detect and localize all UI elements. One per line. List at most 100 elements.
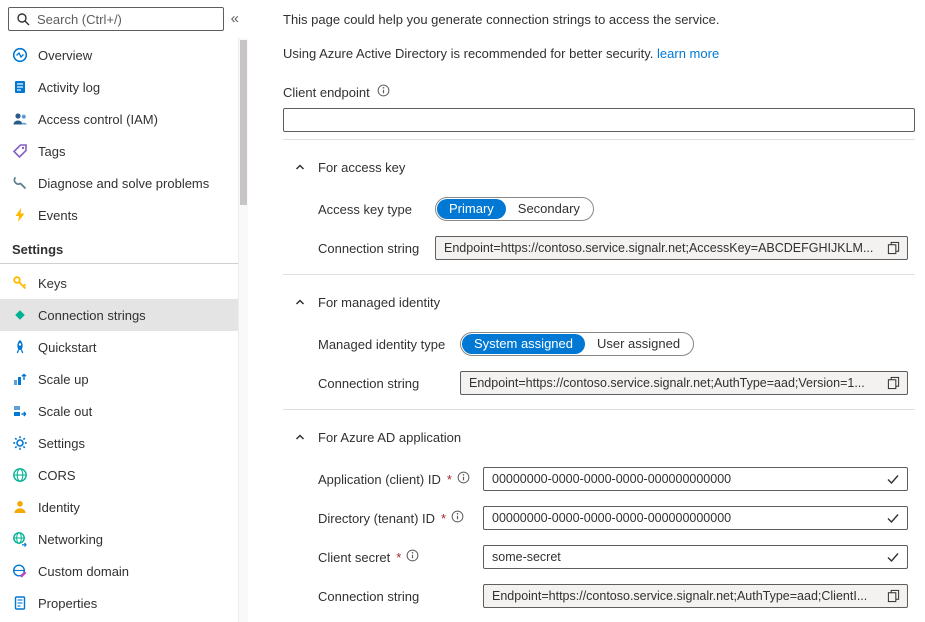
access-key-type-label: Access key type (318, 202, 435, 217)
required-marker: * (447, 472, 452, 487)
info-icon[interactable] (377, 84, 390, 100)
sidebar-item-scale-up[interactable]: Scale up (0, 363, 248, 395)
connection-string-value: Endpoint=https://contoso.service.signalr… (469, 376, 879, 390)
sidebar-item-overview[interactable]: Overview (0, 39, 248, 71)
sidebar-item-events[interactable]: Events (0, 199, 248, 231)
settings-section-header: Settings (0, 231, 248, 263)
sidebar-item-cors[interactable]: CORS (0, 459, 248, 491)
info-icon[interactable] (457, 471, 470, 487)
sidebar-item-networking[interactable]: Networking (0, 523, 248, 555)
chevron-up-icon[interactable] (293, 295, 307, 312)
sidebar-item-label: Events (38, 208, 78, 223)
application-id-input[interactable] (483, 467, 908, 491)
valid-check-icon (886, 473, 900, 485)
scale-up-icon (12, 371, 28, 387)
required-marker: * (396, 550, 401, 565)
sidebar-item-label: Identity (38, 500, 80, 515)
sidebar: « Overview Activity log Access control (… (0, 0, 248, 622)
access-key-type-secondary-option[interactable]: Secondary (506, 199, 592, 219)
sidebar-item-quickstart[interactable]: Quickstart (0, 331, 248, 363)
sidebar-item-properties[interactable]: Properties (0, 587, 248, 619)
azure-ad-connection-string-field[interactable]: Endpoint=https://contoso.service.signalr… (483, 584, 908, 608)
identity-icon (12, 499, 28, 515)
managed-identity-connection-string-row: Connection string Endpoint=https://conto… (318, 371, 915, 395)
activity-log-icon (12, 79, 28, 95)
client-endpoint-label: Client endpoint (283, 85, 370, 100)
managed-identity-connection-string-field[interactable]: Endpoint=https://contoso.service.signalr… (460, 371, 908, 395)
sidebar-item-tags[interactable]: Tags (0, 135, 248, 167)
copy-icon[interactable] (887, 241, 900, 255)
sidebar-collapse-button[interactable]: « (229, 10, 244, 29)
client-endpoint-input[interactable] (283, 108, 915, 132)
scrollbar-thumb[interactable] (240, 40, 247, 205)
sidebar-item-label: Settings (38, 436, 85, 451)
sidebar-item-label: Properties (38, 596, 97, 611)
access-key-connection-string-row: Connection string Endpoint=https://conto… (318, 236, 915, 260)
client-secret-input[interactable] (483, 545, 908, 569)
user-assigned-option[interactable]: User assigned (585, 334, 692, 354)
sidebar-item-diagnose[interactable]: Diagnose and solve problems (0, 167, 248, 199)
sidebar-item-label: Access control (IAM) (38, 112, 158, 127)
sidebar-item-custom-domain[interactable]: Custom domain (0, 555, 248, 587)
directory-id-input[interactable] (483, 506, 908, 530)
tags-icon (12, 143, 28, 159)
sidebar-item-connection-strings[interactable]: Connection strings (0, 299, 248, 331)
sidebar-item-label: Tags (38, 144, 65, 159)
keys-icon (12, 275, 28, 291)
access-control-icon (12, 111, 28, 127)
cors-icon (12, 467, 28, 483)
application-id-label: Application (client) ID * (318, 471, 483, 487)
sidebar-search-row: « (0, 0, 248, 36)
sidebar-item-label: Custom domain (38, 564, 129, 579)
label-text: Connection string (318, 376, 419, 391)
sidebar-item-label: Keys (38, 276, 67, 291)
info-icon[interactable] (451, 510, 464, 526)
managed-identity-section-header[interactable]: For managed identity (293, 293, 905, 313)
sidebar-item-activity-log[interactable]: Activity log (0, 71, 248, 103)
connection-strings-icon (12, 307, 28, 323)
system-assigned-option[interactable]: System assigned (462, 334, 585, 354)
sidebar-item-label: Activity log (38, 80, 100, 95)
sidebar-item-access-control[interactable]: Access control (IAM) (0, 103, 248, 135)
managed-identity-type-row: Managed identity type System assigned Us… (318, 332, 915, 356)
azure-ad-section-header[interactable]: For Azure AD application (293, 428, 905, 448)
sidebar-item-label: Networking (38, 532, 103, 547)
client-secret-row: Client secret * (318, 545, 915, 569)
label-text: Connection string (318, 241, 419, 256)
access-key-type-toggle: Primary Secondary (435, 197, 594, 221)
copy-icon[interactable] (887, 589, 900, 603)
managed-identity-type-label: Managed identity type (318, 337, 460, 352)
search-input[interactable] (8, 7, 224, 31)
chevron-up-icon[interactable] (293, 160, 307, 177)
diagnose-icon (12, 175, 28, 191)
section-title: For managed identity (318, 293, 440, 313)
directory-id-row: Directory (tenant) ID * (318, 506, 915, 530)
access-key-type-primary-option[interactable]: Primary (437, 199, 506, 219)
learn-more-link[interactable]: learn more (657, 46, 719, 61)
access-key-section-header[interactable]: For access key (293, 158, 905, 178)
connection-string-value: Endpoint=https://contoso.service.signalr… (492, 589, 879, 603)
label-text: Client secret (318, 550, 390, 565)
chevron-up-icon[interactable] (293, 430, 307, 447)
sidebar-item-label: Diagnose and solve problems (38, 176, 209, 191)
info-icon[interactable] (406, 549, 419, 565)
required-marker: * (441, 511, 446, 526)
label-text: Managed identity type (318, 337, 445, 352)
application-id-input-wrap (483, 467, 908, 491)
sidebar-item-label: CORS (38, 468, 76, 483)
label-text: Application (client) ID (318, 472, 441, 487)
gear-icon (12, 435, 28, 451)
azure-ad-application-section: For Azure AD application Application (cl… (283, 410, 915, 615)
sidebar-item-scale-out[interactable]: Scale out (0, 395, 248, 427)
sidebar-item-identity[interactable]: Identity (0, 491, 248, 523)
quickstart-icon (12, 339, 28, 355)
connection-string-label: Connection string (318, 589, 483, 604)
events-icon (12, 207, 28, 223)
sidebar-item-keys[interactable]: Keys (0, 267, 248, 299)
copy-icon[interactable] (887, 376, 900, 390)
sidebar-item-settings[interactable]: Settings (0, 427, 248, 459)
sidebar-scrollbar[interactable] (238, 38, 248, 622)
access-key-type-row: Access key type Primary Secondary (318, 197, 915, 221)
aad-recommendation-text: Using Azure Active Directory is recommen… (283, 46, 915, 62)
access-key-connection-string-field[interactable]: Endpoint=https://contoso.service.signalr… (435, 236, 908, 260)
